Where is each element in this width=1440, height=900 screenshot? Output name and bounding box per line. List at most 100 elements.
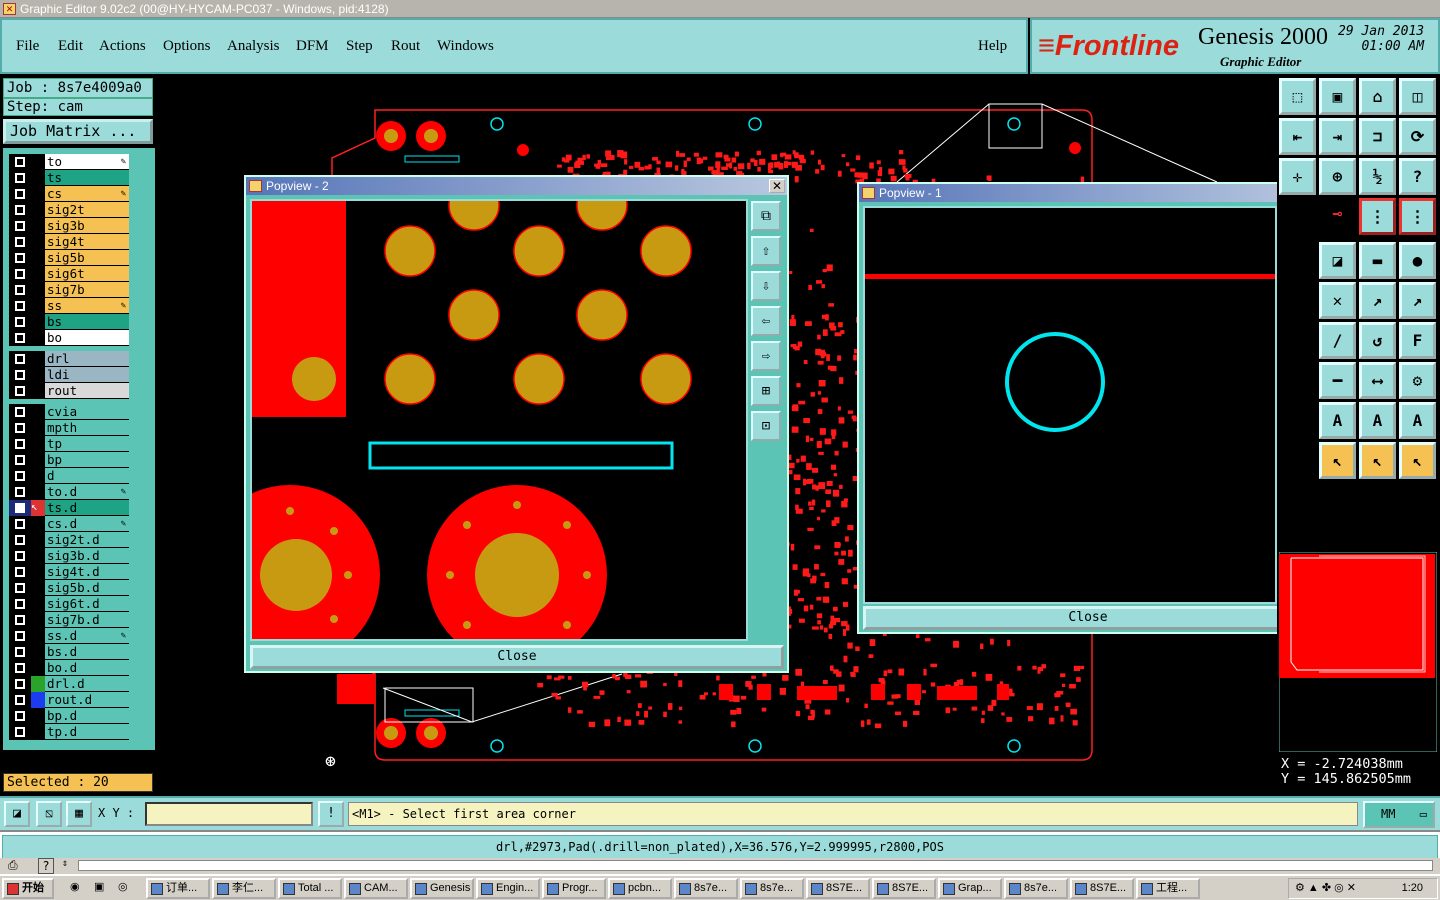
layer-name[interactable]: d <box>45 468 129 484</box>
layer-name[interactable]: bo.d <box>45 660 129 676</box>
layer-checkbox[interactable] <box>9 154 31 170</box>
layer-checkbox[interactable] <box>9 580 31 596</box>
layer-checkbox[interactable] <box>9 202 31 218</box>
overview-map[interactable] <box>1279 552 1437 752</box>
taskbar-item[interactable]: 订单... <box>146 878 210 899</box>
layer-checkbox[interactable] <box>9 468 31 484</box>
layer-name[interactable]: cs.d ✎ <box>45 516 129 532</box>
layer-row-sig4t.d[interactable]: sig4t.d <box>9 564 129 580</box>
menu-analysis[interactable]: Analysis <box>227 38 280 55</box>
warning-icon[interactable]: ! <box>318 801 344 827</box>
layer-row-to[interactable]: to ✎ <box>9 154 129 170</box>
layer-row-rout[interactable]: rout <box>9 383 129 399</box>
net-connect-icon[interactable]: ⋮ <box>1399 198 1436 235</box>
xy-input[interactable] <box>145 802 313 826</box>
units-select[interactable]: MM ▭ <box>1363 801 1435 828</box>
zoom-fit-icon[interactable]: ⧉ <box>751 201 781 231</box>
layer-checkbox[interactable] <box>9 218 31 234</box>
layer-name[interactable]: rout <box>45 383 129 399</box>
layer-name[interactable]: tp.d <box>45 724 129 740</box>
zoom-window-icon[interactable]: ▣ <box>1319 78 1356 115</box>
add-surface-icon[interactable]: ⚙ <box>1399 362 1436 399</box>
layer-row-ss.d[interactable]: ss.d ✎ <box>9 628 129 644</box>
popview-2-view[interactable] <box>250 199 748 641</box>
layer-checkbox[interactable] <box>9 186 31 202</box>
start-button[interactable]: 开始 <box>2 878 54 899</box>
add-slot-icon[interactable]: ⟷ <box>1359 362 1396 399</box>
zoom-10-icon[interactable]: ⊐ <box>1359 118 1396 155</box>
layer-checkbox[interactable] <box>9 351 31 367</box>
layer-name[interactable]: rout.d <box>45 692 129 708</box>
layer-checkbox[interactable] <box>9 404 31 420</box>
pan-icon[interactable]: ⇤ <box>1279 118 1316 155</box>
ruler-icon[interactable]: ▬ <box>1359 242 1396 279</box>
layer-checkbox[interactable] <box>9 367 31 383</box>
menu-dfm[interactable]: DFM <box>296 38 329 55</box>
grid-icon[interactable]: ▦ <box>66 801 92 827</box>
layer-checkbox[interactable] <box>9 452 31 468</box>
layer-name[interactable]: sig7b <box>45 282 129 298</box>
menu-windows[interactable]: Windows <box>437 38 494 55</box>
zoom-in-icon[interactable]: ⊞ <box>751 376 781 406</box>
layer-name[interactable]: ts.d <box>45 500 129 516</box>
layer-name[interactable]: sig5b.d <box>45 580 129 596</box>
layer-row-ts[interactable]: ts <box>9 170 129 186</box>
layer-row-bo.d[interactable]: bo.d <box>9 660 129 676</box>
polygon-icon[interactable]: A <box>1319 402 1356 439</box>
layer-row-bp[interactable]: bp <box>9 452 129 468</box>
job-matrix-button[interactable]: Job Matrix ... <box>3 119 153 144</box>
layer-row-cvia[interactable]: cvia <box>9 404 129 420</box>
select-icon[interactable]: ↖ <box>1319 442 1356 479</box>
layer-checkbox[interactable] <box>9 282 31 298</box>
layer-name[interactable]: drl <box>45 351 129 367</box>
layer-checkbox[interactable] <box>9 170 31 186</box>
menu-edit[interactable]: Edit <box>58 38 83 55</box>
layer-name[interactable]: drl.d <box>45 676 129 692</box>
layer-row-sig2t[interactable]: sig2t <box>9 202 129 218</box>
layer-checkbox[interactable] <box>9 724 31 740</box>
layer-checkbox[interactable] <box>9 420 31 436</box>
graphic-canvas[interactable]: ⊛ Popview - 2 ✕ ⧉ ⇧ ⇩ ⇦ ⇨ ⊞ ⊡ Close Popv… <box>157 74 1277 796</box>
redraw-icon[interactable]: ⟳ <box>1399 118 1436 155</box>
popview-1-view[interactable] <box>863 206 1277 604</box>
move-pad-icon[interactable]: ↗ <box>1359 282 1396 319</box>
layer-name[interactable]: sig5b <box>45 250 129 266</box>
tray-icons[interactable]: ⚙ ▲ ✤ ◎ ✕ <box>1295 879 1356 898</box>
taskbar-item[interactable]: CAM... <box>344 878 408 899</box>
taskbar-item[interactable]: 8S7E... <box>1070 878 1134 899</box>
layer-name[interactable]: cs ✎ <box>45 186 129 202</box>
layer-name[interactable]: bo <box>45 330 129 346</box>
layer-row-sig7b.d[interactable]: sig7b.d <box>9 612 129 628</box>
layer-name[interactable]: sig2t <box>45 202 129 218</box>
layer-row-sig5b.d[interactable]: sig5b.d <box>9 580 129 596</box>
zoom-out-icon[interactable]: ⊡ <box>751 411 781 441</box>
layer-checkbox[interactable] <box>9 314 31 330</box>
layer-name[interactable]: bp.d <box>45 708 129 724</box>
menu-file[interactable]: File <box>16 38 39 55</box>
profile-view-icon[interactable]: ⌂ <box>1359 78 1396 115</box>
layer-name[interactable]: ss ✎ <box>45 298 129 314</box>
layer-name[interactable]: to ✎ <box>45 154 129 170</box>
layer-checkbox[interactable] <box>9 250 31 266</box>
layer-row-ldi[interactable]: ldi <box>9 367 129 383</box>
taskbar-item[interactable]: Total ... <box>278 878 342 899</box>
layer-row-d[interactable]: d <box>9 468 129 484</box>
layer-name[interactable]: bp <box>45 452 129 468</box>
zoom-in-icon[interactable]: ✛ <box>1279 158 1316 195</box>
pan-down-icon[interactable]: ⇩ <box>751 271 781 301</box>
layer-name[interactable]: sig3b <box>45 218 129 234</box>
layer-row-bp.d[interactable]: bp.d <box>9 708 129 724</box>
layer-row-ts.d[interactable]: ↖ ts.d <box>9 500 129 516</box>
menu-actions[interactable]: Actions <box>99 38 146 55</box>
layer-checkbox[interactable] <box>9 383 31 399</box>
layer-row-drl[interactable]: drl <box>9 351 129 367</box>
popview-2-close-button[interactable]: Close <box>250 645 784 669</box>
layer-checkbox[interactable] <box>9 708 31 724</box>
layer-checkbox[interactable] <box>9 548 31 564</box>
layer-name[interactable]: ss.d ✎ <box>45 628 129 644</box>
select-net-icon[interactable]: ↖ <box>1399 442 1436 479</box>
zoom-center-icon[interactable]: ⊕ <box>1319 158 1356 195</box>
taskbar-item[interactable]: 8s7e... <box>674 878 738 899</box>
layer-name[interactable]: sig7b.d <box>45 612 129 628</box>
pan-right-icon[interactable]: ⇨ <box>751 341 781 371</box>
